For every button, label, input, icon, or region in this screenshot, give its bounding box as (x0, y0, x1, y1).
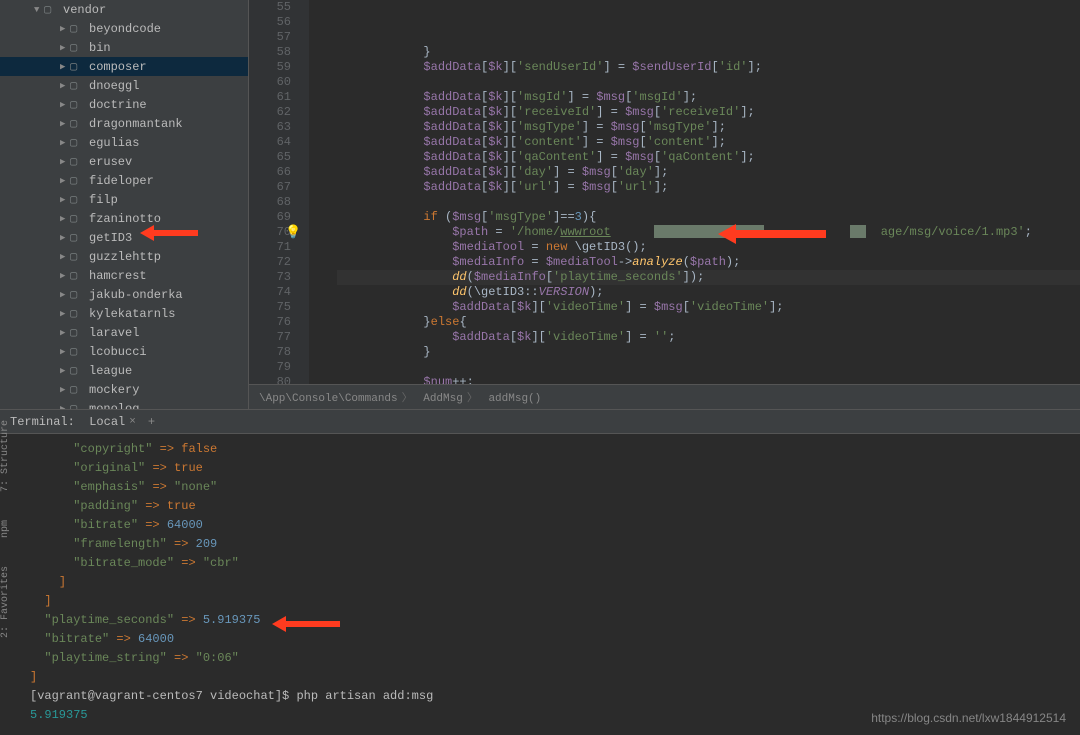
folder-icon: ▢ (70, 40, 84, 55)
npm-tab[interactable]: npm (0, 520, 11, 538)
chevron-right-icon: ▶ (60, 233, 70, 243)
folder-icon: ▢ (70, 344, 84, 359)
chevron-down-icon: ▼ (34, 5, 44, 15)
folder-icon: ▢ (70, 116, 84, 131)
chevron-right-icon: ▶ (60, 100, 70, 110)
chevron-right-icon: ▶ (60, 271, 70, 281)
tree-item-monolog[interactable]: ▶▢monolog (0, 399, 248, 409)
terminal-pane[interactable]: Terminal: Local × + "copyright" => false… (0, 410, 1080, 735)
folder-icon: ▢ (70, 249, 84, 264)
chevron-right-icon: ▶ (60, 62, 70, 72)
chevron-right-icon: ▶ (60, 157, 70, 167)
add-tab-icon[interactable]: + (148, 415, 155, 429)
chevron-right-icon: ▶ (60, 138, 70, 148)
tree-item-kylekatarnls[interactable]: ▶▢kylekatarnls (0, 304, 248, 323)
watermark: https://blog.csdn.net/lxw1844912514 (871, 711, 1066, 725)
chevron-right-icon: ▶ (60, 404, 70, 410)
chevron-right-icon: ▶ (60, 309, 70, 319)
folder-icon: ▢ (44, 2, 58, 17)
tree-item-composer[interactable]: ▶▢composer (0, 57, 248, 76)
folder-icon: ▢ (70, 211, 84, 226)
chevron-right-icon: ▶ (60, 252, 70, 262)
folder-icon: ▢ (70, 287, 84, 302)
folder-icon: ▢ (70, 268, 84, 283)
chevron-right-icon: ▶ (60, 81, 70, 91)
tree-item-jakub-onderka[interactable]: ▶▢jakub-onderka (0, 285, 248, 304)
tree-item-bin[interactable]: ▶▢bin (0, 38, 248, 57)
tree-root-vendor[interactable]: ▼ ▢ vendor (0, 0, 248, 19)
tree-item-erusev[interactable]: ▶▢erusev (0, 152, 248, 171)
tree-item-getID3[interactable]: ▶▢getID3 (0, 228, 248, 247)
folder-icon: ▢ (70, 21, 84, 36)
chevron-right-icon: ▶ (60, 385, 70, 395)
tree-item-hamcrest[interactable]: ▶▢hamcrest (0, 266, 248, 285)
chevron-right-icon: ▶ (60, 43, 70, 53)
tree-item-mockery[interactable]: ▶▢mockery (0, 380, 248, 399)
code-editor[interactable]: 5556575859606162636465666768697071727374… (249, 0, 1080, 409)
chevron-right-icon: ▶ (60, 176, 70, 186)
tree-item-dnoeggl[interactable]: ▶▢dnoeggl (0, 76, 248, 95)
folder-icon: ▢ (70, 97, 84, 112)
folder-icon: ▢ (70, 306, 84, 321)
folder-icon: ▢ (70, 192, 84, 207)
folder-icon: ▢ (70, 59, 84, 74)
tree-item-fideloper[interactable]: ▶▢fideloper (0, 171, 248, 190)
tree-item-guzzlehttp[interactable]: ▶▢guzzlehttp (0, 247, 248, 266)
breadcrumb[interactable]: \App\Console\Commands〉 AddMsg〉 addMsg() (249, 384, 1080, 409)
lightbulb-icon[interactable]: 💡 (285, 225, 301, 240)
folder-icon: ▢ (70, 135, 84, 150)
chevron-right-icon: ▶ (60, 347, 70, 357)
close-icon[interactable]: × (129, 416, 136, 428)
tree-item-league[interactable]: ▶▢league (0, 361, 248, 380)
chevron-right-icon: ▶ (60, 214, 70, 224)
terminal-tab-local[interactable]: Local (89, 415, 125, 429)
folder-icon: ▢ (70, 230, 84, 245)
folder-icon: ▢ (70, 382, 84, 397)
folder-icon: ▢ (70, 173, 84, 188)
project-tree[interactable]: ▼ ▢ vendor ▶▢beyondcode▶▢bin▶▢composer▶▢… (0, 0, 249, 409)
tree-item-fzaninotto[interactable]: ▶▢fzaninotto (0, 209, 248, 228)
tree-item-laravel[interactable]: ▶▢laravel (0, 323, 248, 342)
code-content[interactable]: 💡 } $addData[$k]['sendUserId'] = $sendUs… (309, 0, 1080, 384)
tree-item-egulias[interactable]: ▶▢egulias (0, 133, 248, 152)
terminal-tabs[interactable]: Terminal: Local × + (0, 410, 1080, 434)
tree-item-dragonmantank[interactable]: ▶▢dragonmantank (0, 114, 248, 133)
chevron-right-icon: ▶ (60, 366, 70, 376)
line-gutter: 5556575859606162636465666768697071727374… (249, 0, 309, 384)
tree-item-beyondcode[interactable]: ▶▢beyondcode (0, 19, 248, 38)
tree-item-lcobucci[interactable]: ▶▢lcobucci (0, 342, 248, 361)
tree-item-filp[interactable]: ▶▢filp (0, 190, 248, 209)
folder-icon: ▢ (70, 325, 84, 340)
tree-item-doctrine[interactable]: ▶▢doctrine (0, 95, 248, 114)
chevron-right-icon: ▶ (60, 290, 70, 300)
chevron-right-icon: ▶ (60, 119, 70, 129)
tool-window-bar[interactable]: 7: Structure npm 2: Favorites (0, 420, 20, 720)
folder-icon: ▢ (70, 78, 84, 93)
terminal-output[interactable]: "copyright" => false "original" => true … (0, 434, 1080, 735)
favorites-tab[interactable]: 2: Favorites (0, 566, 11, 638)
chevron-right-icon: ▶ (60, 24, 70, 34)
structure-tab[interactable]: 7: Structure (0, 420, 11, 492)
folder-icon: ▢ (70, 363, 84, 378)
folder-icon: ▢ (70, 401, 84, 409)
folder-icon: ▢ (70, 154, 84, 169)
chevron-right-icon: ▶ (60, 195, 70, 205)
chevron-right-icon: ▶ (60, 328, 70, 338)
